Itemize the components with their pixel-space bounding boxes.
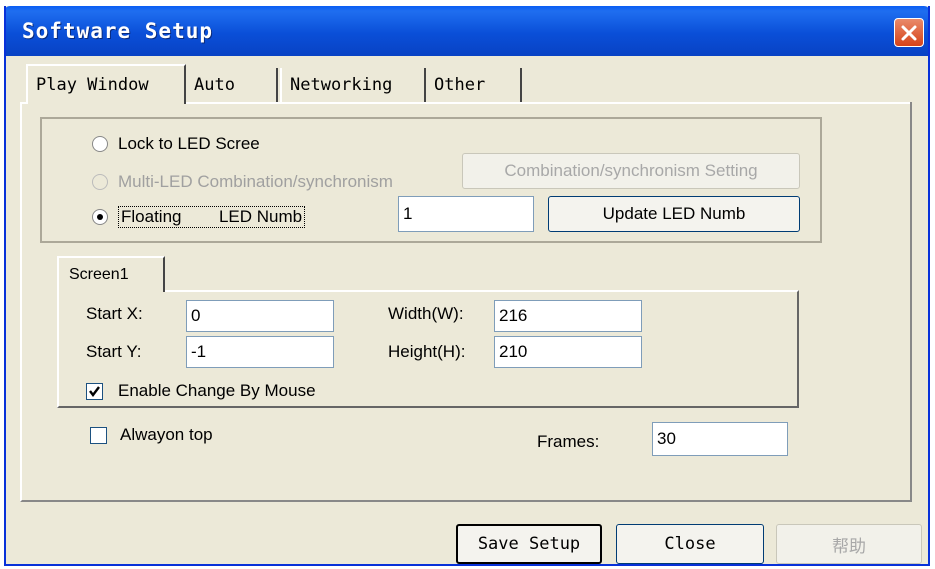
radio-lock-to-led-label: Lock to LED Scree bbox=[118, 134, 260, 153]
tab-auto-label: Auto bbox=[194, 75, 235, 95]
save-setup-button[interactable]: Save Setup bbox=[456, 524, 602, 564]
tab-networking-label: Networking bbox=[290, 75, 393, 95]
start-x-input[interactable]: 0 bbox=[186, 300, 334, 332]
height-value: 210 bbox=[499, 342, 528, 361]
radio-floating[interactable]: Floating LED Numb bbox=[92, 206, 306, 228]
help-button: 帮助 bbox=[776, 524, 922, 564]
width-value: 216 bbox=[499, 306, 528, 325]
frames-input[interactable]: 30 bbox=[652, 422, 788, 456]
radio-multi-led: Multi-LED Combination/synchronism bbox=[92, 172, 393, 192]
combination-setting-button: Combination/synchronism Setting bbox=[462, 153, 800, 189]
tab-auto[interactable]: Auto bbox=[186, 68, 278, 102]
tab-other-label: Other bbox=[434, 75, 486, 95]
enable-mouse-checkbox[interactable] bbox=[86, 383, 103, 400]
tab-play-window[interactable]: Play Window bbox=[26, 64, 186, 104]
radio-lock-to-led[interactable]: Lock to LED Scree bbox=[92, 134, 260, 154]
start-y-input[interactable]: -1 bbox=[186, 336, 334, 368]
always-on-top-label: Alwayon top bbox=[120, 425, 213, 444]
title-bar[interactable]: Software Setup bbox=[6, 6, 928, 56]
radio-button[interactable] bbox=[92, 209, 108, 225]
tab-other[interactable]: Other bbox=[426, 68, 522, 102]
tab-play-window-label: Play Window bbox=[36, 75, 149, 95]
height-input[interactable]: 210 bbox=[494, 336, 642, 368]
start-y-label: Start Y: bbox=[86, 342, 142, 361]
height-label: Height(H): bbox=[388, 342, 466, 361]
radio-floating-label: Floating bbox=[121, 207, 182, 226]
help-button-label: 帮助 bbox=[832, 536, 866, 557]
update-led-numb-button[interactable]: Update LED Numb bbox=[548, 196, 800, 232]
frames-value: 30 bbox=[657, 429, 676, 448]
tab-screen1-label: Screen1 bbox=[69, 266, 129, 283]
start-x-value: 0 bbox=[191, 306, 201, 325]
checkmark-icon bbox=[89, 386, 100, 397]
tab-screen1[interactable]: Screen1 bbox=[57, 256, 165, 292]
always-on-top-checkbox[interactable] bbox=[90, 427, 107, 444]
led-numb-label: LED Numb bbox=[218, 207, 303, 226]
enable-mouse-label: Enable Change By Mouse bbox=[118, 381, 316, 400]
window-title: Software Setup bbox=[22, 19, 214, 43]
radio-multi-led-label: Multi-LED Combination/synchronism bbox=[118, 172, 393, 191]
start-y-value: -1 bbox=[191, 342, 207, 361]
width-input[interactable]: 216 bbox=[494, 300, 642, 332]
close-button-label: Close bbox=[664, 534, 716, 554]
radio-floating-label-box: Floating LED Numb bbox=[118, 206, 306, 228]
radio-button bbox=[92, 174, 108, 190]
close-icon bbox=[901, 25, 917, 40]
save-setup-button-label: Save Setup bbox=[477, 534, 581, 554]
width-label: Width(W): bbox=[388, 304, 464, 323]
radio-button[interactable] bbox=[92, 136, 108, 152]
led-numb-value: 1 bbox=[403, 204, 413, 223]
tab-networking[interactable]: Networking bbox=[280, 68, 426, 102]
combination-setting-button-label: Combination/synchronism Setting bbox=[504, 161, 758, 180]
led-numb-input[interactable]: 1 bbox=[398, 196, 534, 232]
start-x-label: Start X: bbox=[86, 304, 143, 323]
close-button[interactable]: Close bbox=[616, 524, 764, 564]
close-window-button[interactable] bbox=[894, 18, 924, 47]
frames-label: Frames: bbox=[537, 432, 600, 451]
update-led-numb-button-label: Update LED Numb bbox=[602, 204, 746, 223]
